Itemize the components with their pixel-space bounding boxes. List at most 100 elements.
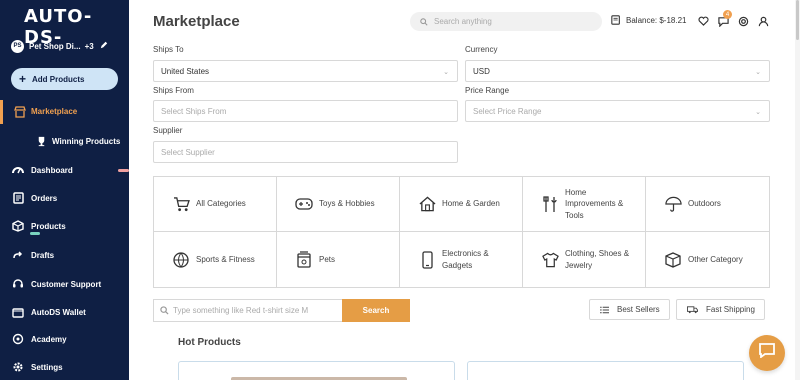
search-button[interactable]: Search bbox=[342, 299, 410, 322]
scrollbar-thumb[interactable] bbox=[796, 0, 799, 40]
list-icon bbox=[600, 306, 609, 314]
ships-from-label: Ships From bbox=[153, 86, 194, 95]
category-label: Other Category bbox=[688, 254, 743, 264]
price-range-placeholder: Select Price Range bbox=[473, 106, 542, 116]
currency-label: Currency bbox=[465, 45, 498, 54]
trophy-icon bbox=[36, 136, 47, 147]
dashboard-icon bbox=[12, 164, 24, 176]
category-all-categories[interactable]: All Categories bbox=[154, 177, 277, 232]
chevron-down-icon: ⌄ bbox=[443, 69, 449, 76]
umbrella-icon bbox=[664, 195, 682, 213]
store-avatar: PS bbox=[10, 38, 25, 54]
fast-shipping-button[interactable]: Fast Shipping bbox=[676, 299, 765, 320]
pencil-icon[interactable] bbox=[100, 41, 108, 51]
sidebar-item-label: Winning Products bbox=[52, 136, 121, 146]
category-label: Outdoors bbox=[688, 199, 721, 209]
chevron-down-icon: ⌄ bbox=[755, 69, 761, 76]
price-range-label: Price Range bbox=[465, 86, 510, 95]
currency-select[interactable]: USD ⌄ bbox=[465, 60, 770, 82]
category-label: Home Improvements & Tools bbox=[565, 187, 624, 220]
search-placeholder: Search anything bbox=[434, 17, 492, 26]
sidebar-item-drafts[interactable]: Drafts bbox=[0, 244, 129, 266]
category-toys-hobbies[interactable]: Toys & Hobbies bbox=[277, 177, 400, 232]
global-search-input[interactable]: Search anything bbox=[410, 12, 602, 31]
phone-icon bbox=[418, 250, 436, 269]
category-home-garden[interactable]: Home & Garden bbox=[400, 177, 523, 232]
category-label: All Categories bbox=[196, 199, 246, 209]
headset-icon bbox=[12, 278, 24, 290]
hot-products-heading: Hot Products bbox=[178, 337, 241, 348]
balance-text: Balance: $-18.21 bbox=[626, 15, 687, 25]
sidebar: AUTO-DS- PS Pet Shop Di... +3 + Add Prod… bbox=[0, 0, 129, 380]
sidebar-item-settings[interactable]: Settings bbox=[0, 356, 129, 378]
notification-badge: 4 bbox=[723, 10, 732, 19]
gamepad-icon bbox=[295, 195, 313, 213]
category-sports-fitness[interactable]: Sports & Fitness bbox=[154, 232, 277, 287]
supplier-select[interactable]: Select Supplier bbox=[153, 141, 458, 163]
box-icon bbox=[12, 220, 24, 232]
product-card[interactable] bbox=[467, 361, 744, 380]
category-home-improvements-tools[interactable]: Home Improvements & Tools bbox=[523, 177, 646, 232]
sidebar-item-autods-wallet[interactable]: AutoDS Wallet bbox=[0, 301, 129, 323]
wallet-icon bbox=[611, 15, 621, 25]
sidebar-item-label: Settings bbox=[31, 362, 63, 372]
sidebar-item-label: Drafts bbox=[31, 250, 55, 260]
category-clothing-shoes-jewelry[interactable]: Clothing, Shoes & Jewelry bbox=[523, 232, 646, 287]
drafts-icon bbox=[12, 249, 24, 261]
store-switcher[interactable]: PS Pet Shop Di... +3 bbox=[10, 38, 122, 54]
gear-icon bbox=[12, 361, 24, 373]
house-icon bbox=[418, 195, 436, 213]
wallet-icon bbox=[12, 306, 24, 318]
academy-icon bbox=[12, 333, 24, 345]
price-range-select[interactable]: Select Price Range ⌄ bbox=[465, 100, 770, 122]
tools-icon bbox=[541, 195, 559, 213]
ships-to-select[interactable]: United States ⌄ bbox=[153, 60, 458, 82]
package-icon bbox=[664, 251, 682, 269]
indicator-mark bbox=[118, 169, 129, 172]
live-chat-button[interactable] bbox=[749, 335, 785, 371]
sidebar-item-products[interactable]: Products bbox=[0, 215, 129, 237]
currency-value: USD bbox=[473, 66, 490, 76]
best-sellers-label: Best Sellers bbox=[617, 305, 660, 314]
ships-from-select[interactable]: Select Ships From bbox=[153, 100, 458, 122]
orders-icon bbox=[12, 192, 24, 204]
sidebar-item-orders[interactable]: Orders bbox=[0, 187, 129, 209]
category-label: Sports & Fitness bbox=[196, 254, 255, 264]
store-name: Pet Shop Di... bbox=[29, 41, 81, 51]
pet-food-icon bbox=[295, 251, 313, 269]
balance-display[interactable]: Balance: $-18.21 bbox=[611, 15, 687, 25]
user-icon[interactable] bbox=[757, 15, 769, 27]
category-grid: All Categories Toys & Hobbies Home & Gar… bbox=[153, 176, 770, 288]
ships-to-value: United States bbox=[161, 66, 210, 76]
supplier-label: Supplier bbox=[153, 126, 183, 135]
category-label: Toys & Hobbies bbox=[319, 199, 375, 209]
category-electronics-gadgets[interactable]: Electronics & Gadgets bbox=[400, 232, 523, 287]
shirt-icon bbox=[541, 251, 559, 269]
category-label: Pets bbox=[319, 254, 336, 264]
category-other[interactable]: Other Category bbox=[646, 232, 769, 287]
sidebar-item-academy[interactable]: Academy bbox=[0, 328, 129, 350]
add-products-button[interactable]: + Add Products bbox=[11, 68, 118, 90]
add-products-label: Add Products bbox=[32, 74, 85, 84]
ball-icon bbox=[172, 251, 190, 269]
sidebar-item-label: Customer Support bbox=[31, 279, 102, 289]
scrollbar-track[interactable] bbox=[795, 0, 800, 380]
cart-icon bbox=[172, 195, 190, 213]
shop-icon bbox=[14, 105, 26, 118]
support-icon[interactable] bbox=[737, 15, 749, 27]
chevron-down-icon: ⌄ bbox=[755, 109, 761, 116]
category-label: Electronics & Gadgets bbox=[442, 248, 489, 270]
sidebar-item-dashboard[interactable]: Dashboard bbox=[0, 159, 129, 181]
product-search-input[interactable]: Type something like Red t-shirt size M bbox=[153, 299, 343, 322]
product-card[interactable] bbox=[178, 361, 455, 380]
plus-icon: + bbox=[19, 72, 27, 86]
heart-icon[interactable] bbox=[697, 15, 709, 27]
sidebar-item-winning-products[interactable]: Winning Products bbox=[36, 132, 120, 150]
best-sellers-button[interactable]: Best Sellers bbox=[589, 299, 670, 320]
page-title: Marketplace bbox=[153, 13, 240, 30]
category-pets[interactable]: Pets bbox=[277, 232, 400, 287]
sidebar-item-customer-support[interactable]: Customer Support bbox=[0, 273, 129, 295]
store-count: +3 bbox=[84, 41, 94, 51]
sidebar-item-label: AutoDS Wallet bbox=[31, 307, 86, 317]
category-outdoors[interactable]: Outdoors bbox=[646, 177, 769, 232]
